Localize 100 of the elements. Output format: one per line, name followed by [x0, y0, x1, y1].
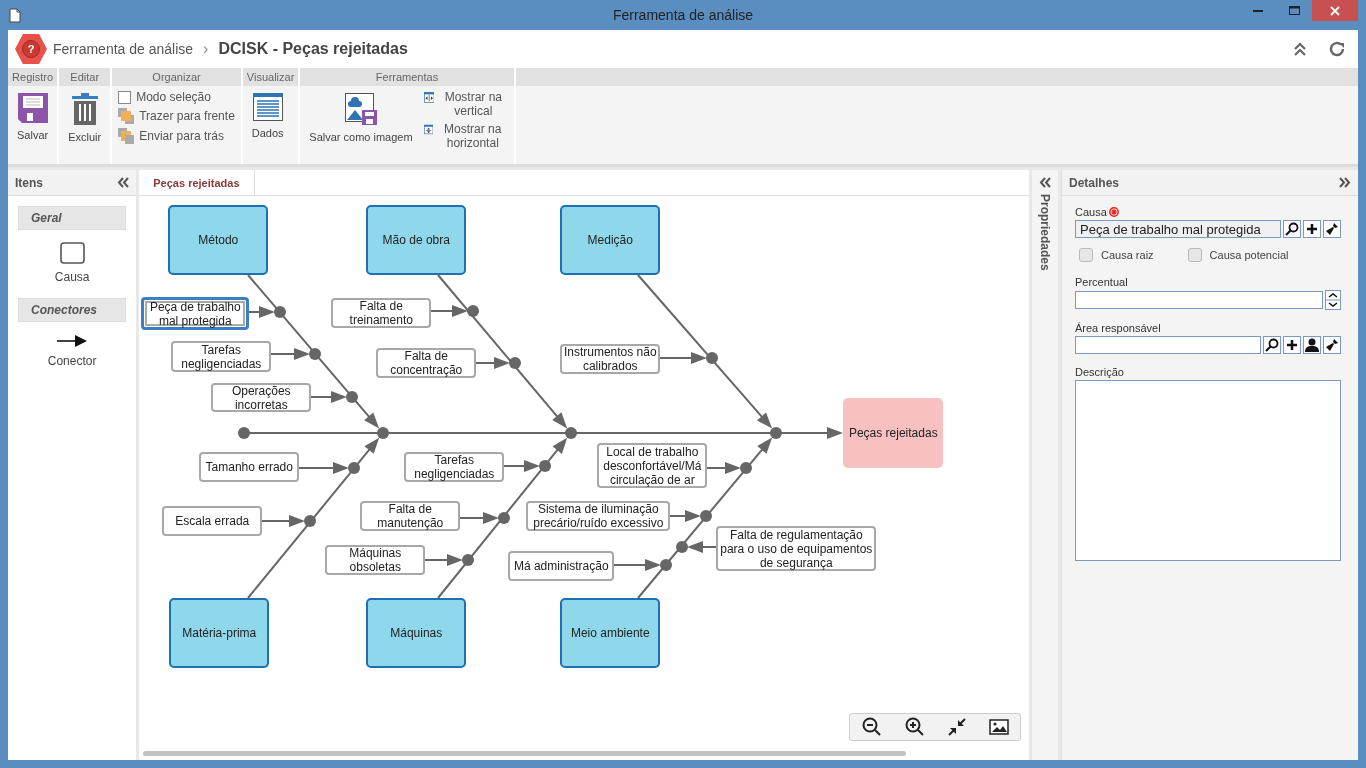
section-header: Geral: [18, 206, 127, 230]
checkbox[interactable]: Causa potencial: [1187, 248, 1289, 262]
junction-dot: [740, 462, 753, 474]
field-label: Descrição: [1075, 366, 1124, 378]
cause-box[interactable]: Escala errada: [162, 506, 263, 536]
user-button[interactable]: [1303, 336, 1321, 354]
cause-box[interactable]: Má administração: [508, 551, 615, 581]
cause-box[interactable]: Falta de manutenção: [360, 501, 461, 531]
cause-box[interactable]: Tarefas negligenciadas: [171, 341, 272, 372]
checkbox[interactable]: Modo seleção: [115, 90, 238, 104]
properties-tab[interactable]: Propriedades: [1038, 194, 1053, 271]
connector-arrow: [261, 515, 306, 527]
field-label: Percentual: [1075, 276, 1128, 288]
ribbon-button[interactable]: Excluir: [62, 90, 108, 146]
category-box[interactable]: Máquinas: [366, 598, 467, 668]
cause-box[interactable]: Local de trabalho desconfortável/Má circulação de ar: [597, 443, 708, 488]
expand-left-icon[interactable]: [1039, 177, 1052, 188]
ribbon-button[interactable]: Dados: [245, 90, 290, 142]
save-image-icon: [344, 93, 377, 125]
add-button[interactable]: [1283, 336, 1301, 354]
collapse-left-icon[interactable]: [117, 177, 130, 188]
arrow-icon: [57, 334, 88, 348]
app-logo: ?: [15, 33, 47, 65]
search-button[interactable]: [1283, 220, 1301, 238]
connector-arrow: [669, 510, 702, 522]
trash-icon: [71, 93, 98, 125]
junction-dot: [660, 559, 673, 571]
category-box[interactable]: Mão de obra: [366, 205, 467, 275]
cause-box[interactable]: Falta de treinamento: [331, 298, 432, 328]
bring-front-icon: [118, 108, 135, 124]
ribbon-button[interactable]: Salvar como imagem: [303, 90, 419, 146]
cause-box[interactable]: Peça de trabalho mal protegida: [141, 297, 250, 330]
cause-box[interactable]: Falta de regulamentação para o uso de equipamentos de segurança: [716, 526, 877, 571]
cause-box[interactable]: Instrumentos não calibrados: [560, 344, 661, 374]
image-icon: [988, 719, 1009, 735]
junction-dot: [467, 305, 480, 317]
checkbox[interactable]: Causa raiz: [1079, 248, 1154, 262]
description-field[interactable]: [1075, 380, 1341, 561]
ribbon-button[interactable]: Salvar: [11, 90, 55, 144]
connector-arrow: [310, 391, 348, 403]
section-header: Conectores: [18, 298, 127, 322]
connector-arrow: [459, 512, 500, 524]
minimize-icon: [1253, 9, 1263, 12]
category-box[interactable]: Método: [168, 205, 269, 275]
document-icon: [9, 7, 21, 23]
refresh-icon[interactable]: [1328, 40, 1346, 58]
split-vertical-icon: [423, 90, 435, 105]
category-box[interactable]: Medição: [560, 205, 661, 275]
breadcrumb-separator: ›: [203, 40, 209, 58]
category-box[interactable]: Meio ambiente: [560, 598, 661, 668]
junction-dot: [498, 512, 511, 524]
cause-box[interactable]: Falta de concentração: [376, 348, 477, 378]
save-icon: [17, 93, 48, 123]
ribbon-group-label: Visualizar: [242, 68, 299, 86]
junction-dot: [700, 510, 713, 522]
junction-dot: [706, 352, 719, 364]
cause-box[interactable]: Tamanho errado: [199, 452, 300, 482]
ribbon-button[interactable]: Trazer para frente: [115, 108, 238, 124]
cause-box[interactable]: Operações incorretas: [211, 383, 312, 412]
category-box[interactable]: Matéria-prima: [169, 598, 270, 668]
clear-button[interactable]: [1323, 220, 1341, 238]
ribbon-button[interactable]: Mostrar na horizontal: [420, 122, 511, 150]
ribbon-group-label: Ferramentas: [300, 68, 514, 86]
ribbon-button[interactable]: Enviar para trás: [115, 128, 238, 144]
palette-item[interactable]: Causa: [54, 242, 90, 284]
cause-box[interactable]: Sistema de iluminação precário/ruído excessivo: [526, 501, 671, 531]
collapse-icon[interactable]: [1294, 42, 1306, 56]
ribbon-group-label: Registro: [8, 68, 58, 86]
horizontal-scrollbar[interactable]: [143, 751, 907, 756]
panel-title: Itens: [15, 175, 43, 190]
export-image-button[interactable]: [986, 717, 1011, 737]
junction-dot: [565, 427, 578, 439]
lookup-field[interactable]: Peça de trabalho mal protegida: [1075, 220, 1281, 238]
cause-box[interactable]: Máquinas obsoletas: [325, 545, 426, 575]
page-title: DCISK - Peças rejeitadas: [218, 40, 408, 58]
collapse-right-icon[interactable]: [1339, 177, 1351, 188]
window-title: Ferramenta de análise: [612, 7, 754, 23]
palette-item[interactable]: Conector: [47, 334, 97, 368]
lookup-field[interactable]: [1075, 336, 1261, 354]
zoom-out-icon: [861, 717, 882, 737]
junction-dot: [377, 427, 390, 439]
plus-icon: [1307, 224, 1317, 234]
ribbon-button[interactable]: Mostrar na vertical: [420, 90, 511, 118]
close-button[interactable]: [1312, 0, 1358, 21]
cause-box[interactable]: Tarefas negligenciadas: [404, 452, 505, 482]
percent-field[interactable]: [1075, 291, 1323, 309]
shape-icon: [59, 242, 85, 264]
search-button[interactable]: [1263, 336, 1281, 354]
junction-dot: [509, 357, 522, 369]
connector-arrow: [430, 305, 469, 317]
spinner-control[interactable]: [1325, 290, 1341, 310]
connector-arrow: [298, 462, 350, 474]
junction-dot: [539, 460, 552, 472]
junction-dot: [309, 348, 322, 360]
clear-button[interactable]: [1323, 336, 1341, 354]
effect-box[interactable]: Peças rejeitadas: [843, 398, 944, 468]
breadcrumb-link[interactable]: Ferramenta de análise: [53, 41, 194, 57]
connector-arrow: [613, 559, 662, 571]
field-label: Causa: [1075, 206, 1107, 218]
add-button[interactable]: [1303, 220, 1321, 238]
